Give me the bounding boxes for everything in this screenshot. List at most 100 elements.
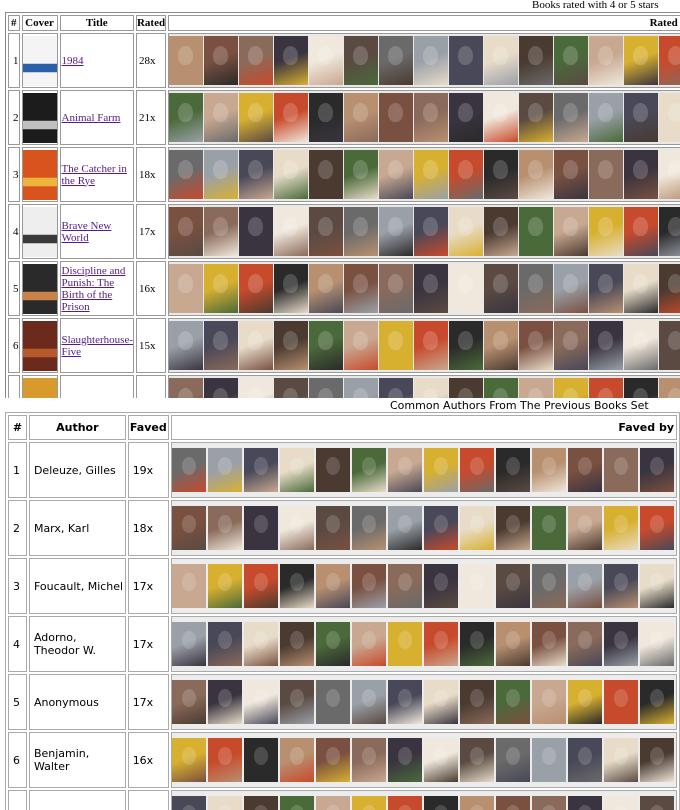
avatar[interactable] xyxy=(603,680,638,724)
avatar[interactable] xyxy=(531,796,566,810)
avatar[interactable] xyxy=(414,378,449,398)
avatar[interactable] xyxy=(449,150,484,199)
avatar[interactable] xyxy=(207,564,242,608)
avatar[interactable] xyxy=(207,738,242,782)
avatar[interactable] xyxy=(171,564,206,608)
avatar[interactable] xyxy=(567,680,602,724)
avatar[interactable] xyxy=(243,564,278,608)
avatar[interactable] xyxy=(379,93,414,142)
avatar[interactable] xyxy=(423,564,458,608)
avatar[interactable] xyxy=(239,150,274,199)
avatar[interactable] xyxy=(309,150,344,199)
avatar[interactable] xyxy=(495,796,530,810)
avatar[interactable] xyxy=(243,738,278,782)
avatar[interactable] xyxy=(519,378,554,398)
avatar[interactable] xyxy=(351,796,386,810)
avatar[interactable] xyxy=(519,36,554,85)
book-cover-image[interactable] xyxy=(22,92,57,143)
avatar[interactable] xyxy=(423,506,458,550)
avatar[interactable] xyxy=(414,321,449,370)
avatar[interactable] xyxy=(459,796,494,810)
avatar[interactable] xyxy=(274,321,309,370)
book-title-link[interactable]: Slaughterhouse-Five xyxy=(62,334,133,358)
avatar[interactable] xyxy=(204,93,239,142)
avatar[interactable] xyxy=(459,622,494,666)
avatar[interactable] xyxy=(171,738,206,782)
avatar[interactable] xyxy=(589,264,624,313)
avatar[interactable] xyxy=(387,796,422,810)
avatar[interactable] xyxy=(169,321,204,370)
avatar[interactable] xyxy=(239,378,274,398)
avatar[interactable] xyxy=(639,506,674,550)
book-cover[interactable] xyxy=(21,261,58,316)
avatar[interactable] xyxy=(554,36,589,85)
avatar[interactable] xyxy=(484,150,519,199)
avatar[interactable] xyxy=(207,622,242,666)
avatar[interactable] xyxy=(624,264,659,313)
avatar[interactable] xyxy=(495,506,530,550)
avatar[interactable] xyxy=(204,36,239,85)
avatar[interactable] xyxy=(554,321,589,370)
avatar[interactable] xyxy=(554,264,589,313)
avatar[interactable] xyxy=(243,506,278,550)
avatar[interactable] xyxy=(207,448,242,492)
avatar[interactable] xyxy=(531,680,566,724)
avatar[interactable] xyxy=(519,150,554,199)
avatar[interactable] xyxy=(171,796,206,810)
book-cover-image[interactable] xyxy=(22,263,57,314)
avatar[interactable] xyxy=(315,796,350,810)
avatar[interactable] xyxy=(279,564,314,608)
avatar[interactable] xyxy=(423,796,458,810)
avatar[interactable] xyxy=(589,378,624,398)
book-cover[interactable] xyxy=(21,204,58,259)
avatar[interactable] xyxy=(624,36,659,85)
avatar[interactable] xyxy=(459,448,494,492)
avatar[interactable] xyxy=(344,150,379,199)
avatar[interactable] xyxy=(379,264,414,313)
avatar[interactable] xyxy=(204,264,239,313)
book-cover[interactable] xyxy=(21,375,58,398)
avatar[interactable] xyxy=(279,680,314,724)
avatar[interactable] xyxy=(459,564,494,608)
book-cover[interactable] xyxy=(21,33,58,88)
avatar[interactable] xyxy=(204,378,239,398)
avatar[interactable] xyxy=(351,564,386,608)
avatar[interactable] xyxy=(531,564,566,608)
avatar[interactable] xyxy=(274,378,309,398)
avatar[interactable] xyxy=(624,321,659,370)
avatar[interactable] xyxy=(315,564,350,608)
avatar[interactable] xyxy=(659,93,680,142)
avatar[interactable] xyxy=(344,321,379,370)
avatar[interactable] xyxy=(274,93,309,142)
avatar[interactable] xyxy=(243,680,278,724)
avatar[interactable] xyxy=(639,622,674,666)
avatar[interactable] xyxy=(169,36,204,85)
avatar[interactable] xyxy=(379,378,414,398)
avatar[interactable] xyxy=(495,564,530,608)
avatar[interactable] xyxy=(169,378,204,398)
avatar[interactable] xyxy=(589,321,624,370)
avatar[interactable] xyxy=(274,264,309,313)
avatar[interactable] xyxy=(204,321,239,370)
avatar[interactable] xyxy=(344,36,379,85)
avatar[interactable] xyxy=(387,738,422,782)
avatar[interactable] xyxy=(171,448,206,492)
avatar[interactable] xyxy=(315,680,350,724)
avatar[interactable] xyxy=(207,506,242,550)
avatar[interactable] xyxy=(423,680,458,724)
avatar[interactable] xyxy=(495,448,530,492)
avatar[interactable] xyxy=(344,93,379,142)
avatar[interactable] xyxy=(459,680,494,724)
avatar[interactable] xyxy=(274,207,309,256)
avatar[interactable] xyxy=(603,448,638,492)
avatar[interactable] xyxy=(315,506,350,550)
book-cover-image[interactable] xyxy=(22,320,57,371)
avatar[interactable] xyxy=(554,207,589,256)
avatar[interactable] xyxy=(315,738,350,782)
book-title-link[interactable]: Animal Farm xyxy=(62,112,121,124)
avatar[interactable] xyxy=(603,564,638,608)
avatar[interactable] xyxy=(603,506,638,550)
avatar[interactable] xyxy=(309,207,344,256)
avatar[interactable] xyxy=(624,150,659,199)
avatar[interactable] xyxy=(659,264,680,313)
